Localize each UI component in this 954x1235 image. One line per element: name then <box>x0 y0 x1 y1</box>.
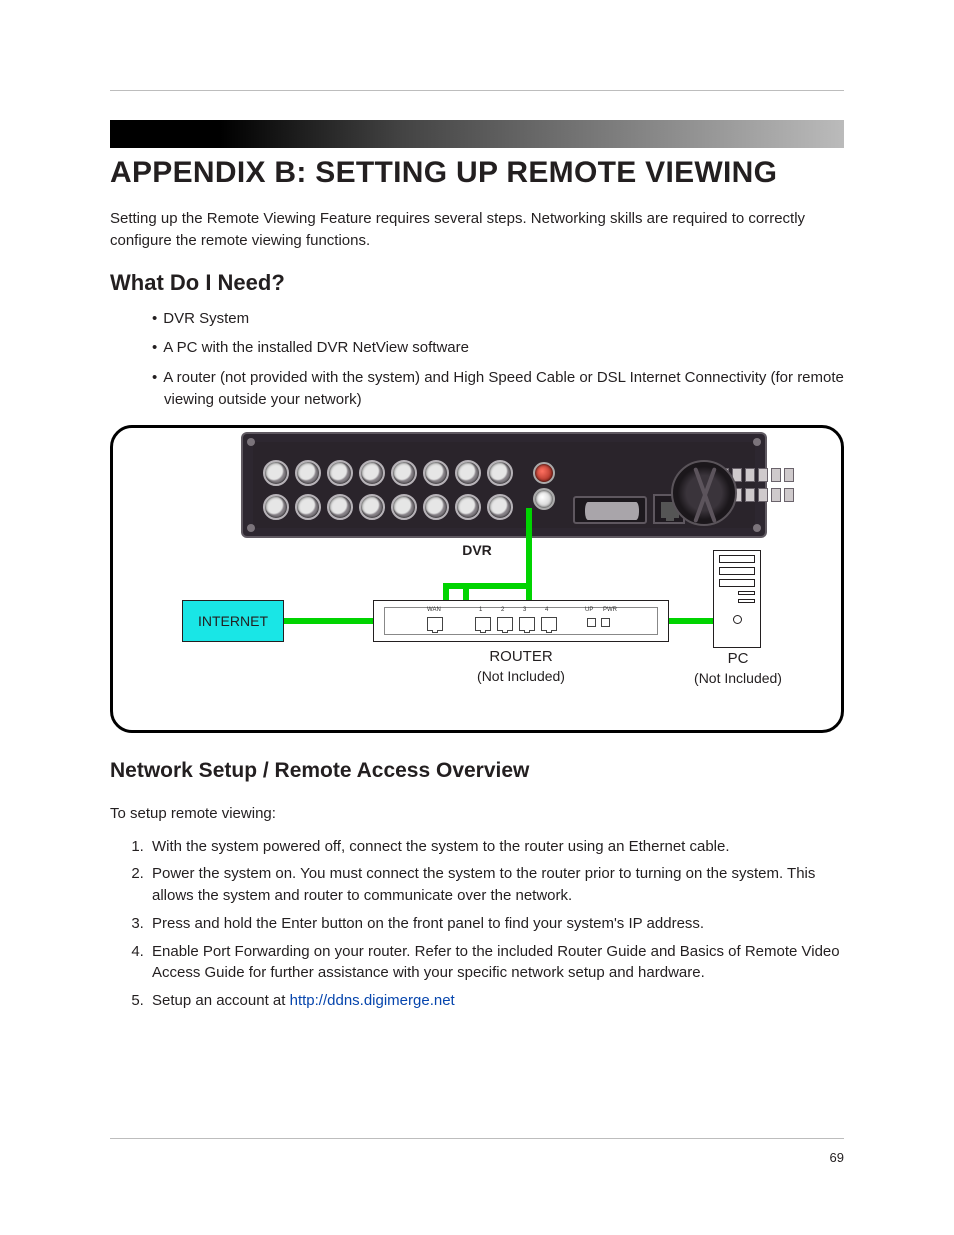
pc-label: PC <box>673 650 803 667</box>
diagram-frame: DVR INTERNET WAN 1 2 <box>110 425 844 733</box>
bnc-port <box>327 494 353 520</box>
pc-floppy-bay <box>738 591 755 595</box>
screw-icon <box>247 438 255 446</box>
rca-red <box>533 462 555 484</box>
bnc-port <box>295 460 321 486</box>
bnc-port <box>423 460 449 486</box>
appendix-title: APPENDIX B: SETTING UP REMOTE VIEWING <box>110 156 844 190</box>
intro-paragraph: Setting up the Remote Viewing Feature re… <box>110 208 844 252</box>
setup-steps: With the system powered off, connect the… <box>110 836 844 1012</box>
router: WAN 1 2 3 4 UP PWR <box>373 600 669 642</box>
manual-page: APPENDIX B: SETTING UP REMOTE VIEWING Se… <box>0 0 954 1235</box>
bnc-port <box>487 460 513 486</box>
heading-gradient-bar <box>110 120 844 148</box>
bnc-port <box>359 494 385 520</box>
pc-drive-bay <box>719 579 755 587</box>
router-led-label: PWR <box>603 607 617 613</box>
dvr-bnc-ports <box>263 458 523 526</box>
network-diagram: DVR INTERNET WAN 1 2 <box>110 425 844 733</box>
dvr-unit <box>243 434 765 536</box>
router-wan-port <box>427 617 443 631</box>
router-lan-port <box>541 617 557 631</box>
router-lan-port <box>497 617 513 631</box>
pc-drive-bay <box>719 567 755 575</box>
overview-lead: To setup remote viewing: <box>110 805 844 822</box>
router-label: ROUTER <box>373 648 669 665</box>
bnc-port <box>359 460 385 486</box>
step5-prefix: Setup an account at <box>152 992 290 1009</box>
overview-heading: Network Setup / Remote Access Overview <box>110 759 844 783</box>
list-item: DVR System <box>152 308 844 330</box>
router-port-label: 4 <box>545 607 548 613</box>
internet-label: INTERNET <box>198 613 268 629</box>
ethernet-cable <box>443 583 532 589</box>
router-led-label: UP <box>585 607 593 613</box>
what-do-i-need-heading: What Do I Need? <box>110 270 844 296</box>
router-port-label: 1 <box>479 607 482 613</box>
pc-drive-bay <box>719 555 755 563</box>
bnc-port <box>455 494 481 520</box>
led-icon <box>587 618 596 627</box>
pc-sublabel: (Not Included) <box>673 670 803 686</box>
router-leds <box>587 618 610 627</box>
dvr-audio-ports <box>533 458 555 514</box>
list-item: A PC with the installed DVR NetView soft… <box>152 337 844 359</box>
bnc-port <box>391 494 417 520</box>
list-item: Enable Port Forwarding on your router. R… <box>148 941 844 985</box>
bottom-rule <box>110 1138 844 1139</box>
bnc-port <box>263 460 289 486</box>
need-list: DVR System A PC with the installed DVR N… <box>110 308 844 411</box>
list-item: A router (not provided with the system) … <box>152 367 844 411</box>
router-port-label: WAN <box>427 607 441 613</box>
router-port-label: 2 <box>501 607 504 613</box>
bnc-port <box>295 494 321 520</box>
router-port-label: 3 <box>523 607 526 613</box>
ddns-link[interactable]: http://ddns.digimerge.net <box>290 992 455 1009</box>
pc-power-button-icon <box>733 615 742 624</box>
internet-box: INTERNET <box>182 600 284 642</box>
list-item: Power the system on. You must connect th… <box>148 863 844 907</box>
bnc-port <box>327 460 353 486</box>
dvr-fan-icon <box>671 460 737 526</box>
bnc-port <box>391 460 417 486</box>
screw-icon <box>753 438 761 446</box>
router-lan-port <box>475 617 491 631</box>
dvr-vga-area <box>573 496 647 524</box>
bnc-port <box>263 494 289 520</box>
bnc-port <box>455 460 481 486</box>
ethernet-cable <box>526 508 532 608</box>
page-content: APPENDIX B: SETTING UP REMOTE VIEWING Se… <box>110 120 844 1012</box>
pc-floppy-bay <box>738 599 755 603</box>
list-item: With the system powered off, connect the… <box>148 836 844 858</box>
ethernet-cable <box>284 618 379 624</box>
led-icon <box>601 618 610 627</box>
bnc-port <box>487 494 513 520</box>
screw-icon <box>753 524 761 532</box>
router-faceplate: WAN 1 2 3 4 UP PWR <box>384 607 658 635</box>
router-lan-port <box>519 617 535 631</box>
list-item: Press and hold the Enter button on the f… <box>148 913 844 935</box>
rca-white <box>533 488 555 510</box>
bnc-port <box>423 494 449 520</box>
list-item: Setup an account at http://ddns.digimerg… <box>148 990 844 1012</box>
pc-tower <box>713 550 761 648</box>
dvr-backplate <box>253 442 755 528</box>
router-sublabel: (Not Included) <box>373 668 669 684</box>
vga-port <box>585 502 639 520</box>
screw-icon <box>247 524 255 532</box>
top-rule <box>110 90 844 91</box>
page-number: 69 <box>830 1150 844 1165</box>
